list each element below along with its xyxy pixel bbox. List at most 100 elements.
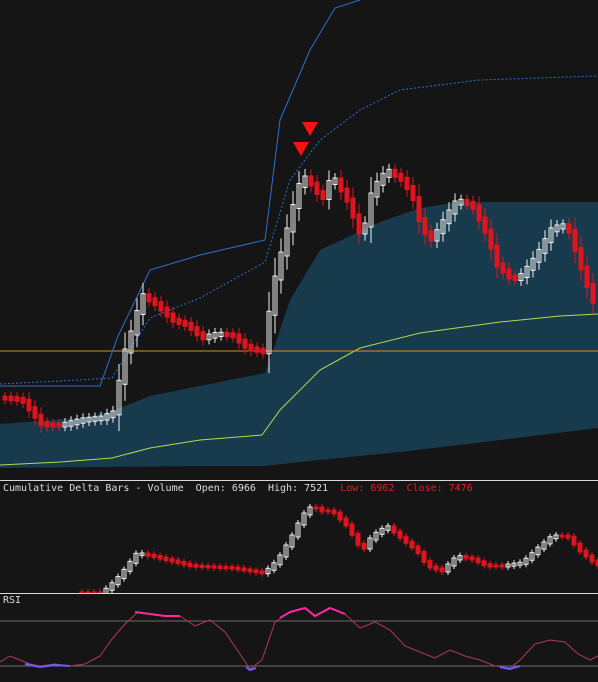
candle-body — [50, 422, 56, 428]
delta-bar — [349, 523, 355, 536]
candle-body — [188, 321, 194, 331]
cdb-header: Cumulative Delta Bars - Volume Open: 696… — [3, 483, 473, 494]
delta-bar — [211, 565, 217, 569]
candle-body — [224, 331, 230, 338]
candle-body — [38, 413, 44, 427]
rsi-panel[interactable]: RSI — [0, 594, 598, 682]
candle-body — [392, 168, 398, 178]
candle-body — [356, 213, 362, 235]
candle-body — [416, 196, 422, 222]
delta-bar — [403, 535, 409, 544]
delta-bar — [475, 557, 481, 564]
delta-bar — [193, 564, 199, 568]
candle-body — [470, 200, 476, 210]
candle-body — [44, 421, 50, 428]
rsi-oversold-segment — [24, 663, 71, 669]
rsi-canvas[interactable] — [0, 594, 598, 682]
candle-body — [566, 223, 572, 234]
candle-body — [590, 282, 596, 304]
cdb-title: Cumulative Delta Bars - Volume — [3, 483, 184, 494]
delta-bar — [439, 567, 445, 573]
candle-body — [158, 301, 164, 312]
candle-body — [320, 190, 326, 200]
sell-signal-marker — [293, 142, 309, 156]
candle-body — [230, 332, 236, 339]
delta-bar — [151, 553, 157, 558]
candle-body — [308, 175, 314, 187]
candle-body — [2, 395, 8, 401]
delta-bar — [565, 534, 571, 539]
candle-body — [176, 317, 182, 325]
candle-body — [236, 333, 242, 344]
delta-bar — [205, 565, 211, 569]
delta-bar — [199, 564, 205, 568]
candle-body — [476, 204, 482, 222]
delta-bar — [145, 552, 151, 557]
delta-bar — [181, 561, 187, 566]
delta-bar — [583, 549, 589, 558]
delta-bar — [223, 565, 229, 570]
candle-body — [572, 228, 578, 253]
delta-bar — [241, 567, 247, 572]
delta-bar — [337, 511, 343, 521]
delta-bar — [343, 517, 349, 527]
rsi-line — [0, 607, 598, 670]
delta-bar — [481, 560, 487, 567]
delta-bar — [469, 556, 475, 561]
candle-body — [344, 187, 350, 203]
cdb-low-value: 6962 — [370, 483, 395, 494]
delta-bar — [247, 568, 253, 573]
delta-bar — [391, 525, 397, 534]
candle-body — [26, 398, 32, 412]
delta-bar — [427, 560, 433, 569]
price-chart-canvas[interactable] — [0, 0, 598, 479]
delta-bar — [421, 551, 427, 563]
candle-body — [164, 306, 170, 318]
candle-body — [428, 230, 434, 242]
candle-body — [32, 406, 38, 419]
delta-bar — [355, 532, 361, 546]
candle-body — [56, 422, 62, 428]
delta-bar — [589, 554, 595, 563]
candle-body — [494, 244, 500, 268]
cdb-open-value: 6966 — [231, 483, 256, 494]
sell-signal-marker — [302, 122, 318, 136]
candle-body — [314, 181, 320, 195]
candle-body — [146, 293, 152, 303]
delta-bar — [409, 540, 415, 549]
candle-body — [584, 265, 590, 288]
delta-bar — [259, 570, 265, 575]
cumulative-delta-canvas[interactable] — [0, 481, 598, 593]
candle-body — [182, 319, 188, 327]
delta-bar — [397, 530, 403, 539]
cdb-open-label: Open: — [195, 483, 226, 494]
delta-bar — [325, 509, 331, 513]
candle-body — [482, 216, 488, 234]
cdb-close-value: 7476 — [448, 483, 473, 494]
delta-bar — [169, 558, 175, 563]
cdb-high-label: High: — [267, 483, 299, 494]
delta-bar — [415, 545, 421, 554]
delta-bar — [235, 566, 241, 571]
candle-body — [506, 268, 512, 280]
candle-body — [254, 346, 260, 353]
price-chart[interactable] — [0, 0, 598, 479]
candle-body — [152, 297, 158, 307]
candle-body — [242, 338, 248, 349]
delta-bar — [493, 564, 499, 568]
delta-bar — [559, 534, 565, 538]
candle-body — [248, 343, 254, 352]
candle-body — [338, 177, 344, 193]
delta-bar — [499, 564, 505, 568]
candle-body — [200, 331, 206, 341]
candle-body — [404, 176, 410, 190]
delta-bar — [571, 535, 577, 546]
delta-bar — [487, 563, 493, 568]
cumulative-delta-panel[interactable]: Cumulative Delta Bars - Volume Open: 696… — [0, 481, 598, 593]
cdb-close-label: Close: — [406, 483, 443, 494]
candle-body — [410, 185, 416, 201]
delta-bar — [175, 559, 181, 564]
delta-bar — [463, 555, 469, 560]
candle-body — [422, 217, 428, 236]
candle-body — [500, 262, 506, 274]
